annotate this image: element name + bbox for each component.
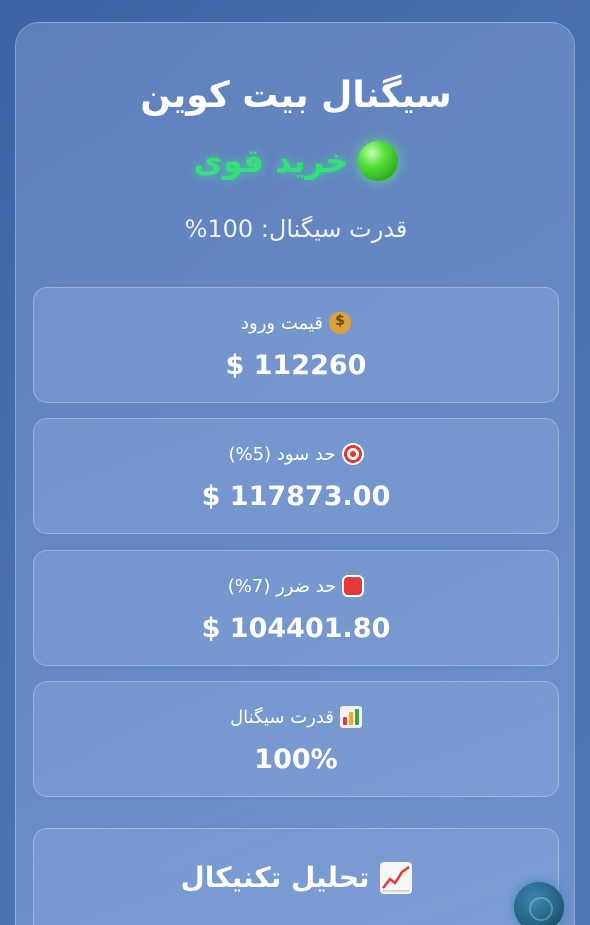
signal-label: خرید قوی xyxy=(193,142,349,180)
take-profit-card: حد سود (5%) $ 117873.00 xyxy=(33,418,559,534)
technical-analysis-title: تحلیل تکنیکال xyxy=(180,861,370,894)
chart-increasing-icon xyxy=(379,861,412,894)
entry-price-card: قیمت ورود $ 112260 xyxy=(33,287,559,403)
signal-strength-card: قدرت سیگنال 100% xyxy=(33,681,559,797)
chat-icon[interactable] xyxy=(514,882,564,925)
entry-price-value: $ 112260 xyxy=(225,350,367,381)
money-bag-icon xyxy=(328,312,351,334)
take-profit-label: حد سود (5%) xyxy=(228,443,336,465)
signal-card: سیگنال بیت کوین خرید قوی قدرت سیگنال: 10… xyxy=(15,22,575,925)
bar-chart-icon xyxy=(339,706,362,728)
entry-price-label: قیمت ورود xyxy=(241,312,323,334)
page-title: سیگنال بیت کوین xyxy=(140,75,452,116)
technical-analysis-section: تحلیل تکنیکال xyxy=(33,828,559,925)
stop-loss-card: حد ضرر (7%) $ 104401.80 xyxy=(33,550,559,666)
signal-strength-label: قدرت سیگنال xyxy=(230,706,334,728)
signal-status: خرید قوی xyxy=(16,141,576,181)
stop-loss-label: حد ضرر (7%) xyxy=(227,575,337,597)
signal-strength-value: 100% xyxy=(254,744,338,775)
stop-loss-value: $ 104401.80 xyxy=(201,613,391,644)
green-circle-icon xyxy=(358,141,399,181)
stop-sign-icon xyxy=(342,575,365,597)
signal-strength-text: قدرت سیگنال: 100% xyxy=(184,215,408,243)
target-icon xyxy=(341,443,364,465)
take-profit-value: $ 117873.00 xyxy=(201,481,391,512)
